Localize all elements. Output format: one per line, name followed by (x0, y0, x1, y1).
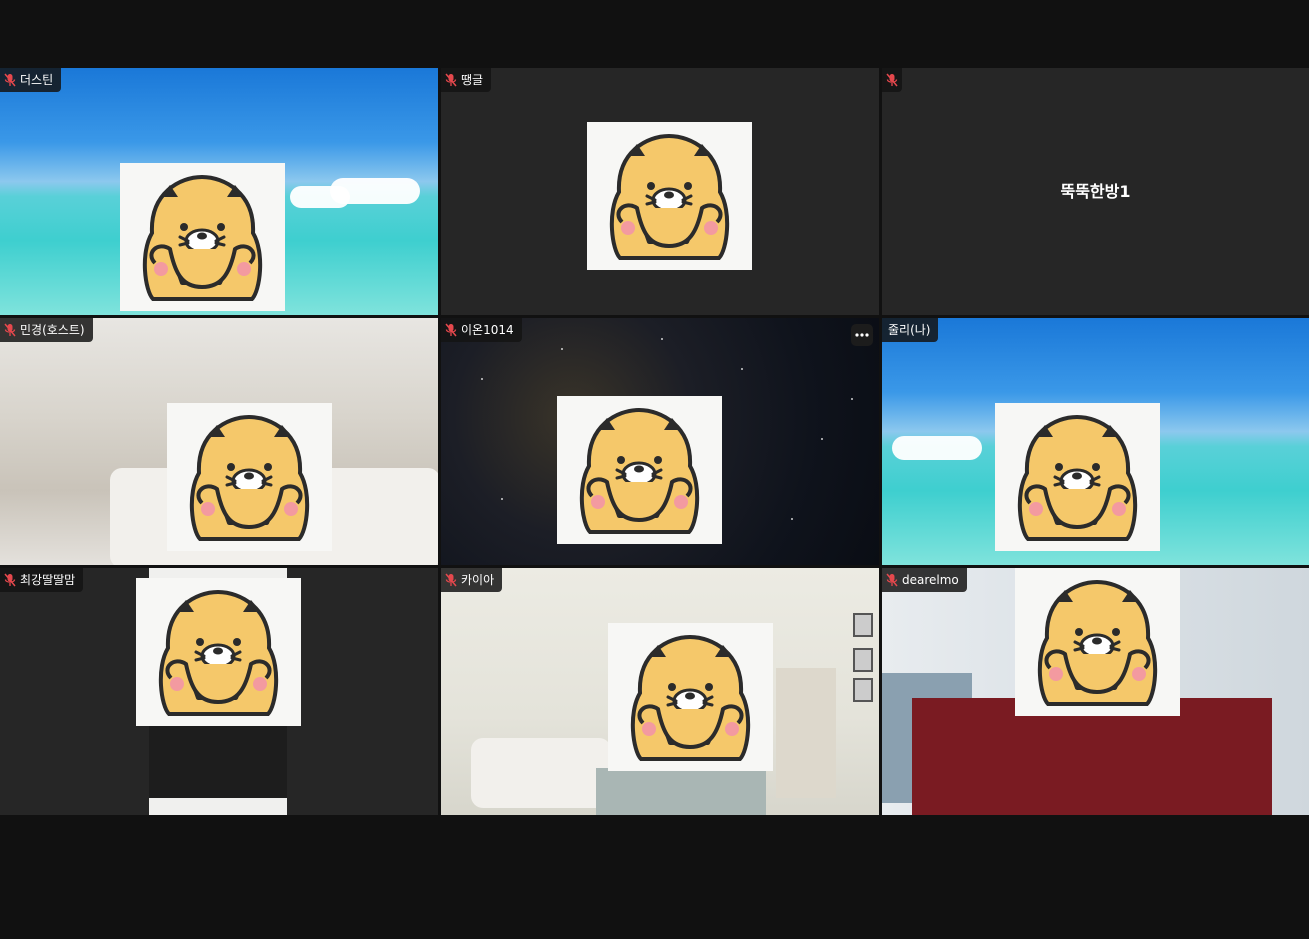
participant-name-tag: 줄리(나) (882, 318, 939, 342)
bear-avatar-icon (1015, 568, 1180, 716)
participant-name-tag (882, 68, 902, 92)
person-body (596, 768, 766, 815)
participant-name: 최강딸딸맘 (20, 573, 76, 587)
cloud (892, 436, 982, 460)
mic-muted-icon (4, 73, 16, 87)
participant-name: 땡글 (461, 73, 484, 87)
bear-avatar-icon (587, 122, 752, 270)
participant-name: dearelmo (902, 573, 959, 587)
participant-name-tag: 민경(호스트) (0, 318, 93, 342)
bear-avatar-icon (167, 403, 332, 551)
participant-name-tag: 카이아 (441, 568, 503, 592)
participant-name: 이온1014 (461, 323, 514, 337)
participant-tile-5[interactable]: 이온1014 (441, 318, 879, 565)
participant-name: 더스틴 (20, 73, 54, 87)
picture-frame (853, 648, 873, 672)
participant-name-tag: 이온1014 (441, 318, 522, 342)
bear-avatar-icon (136, 578, 301, 726)
person-body (149, 718, 287, 798)
more-options-icon (855, 333, 869, 337)
participant-display-name: 뚝뚝한방1 (1060, 182, 1131, 201)
mic-muted-icon (886, 573, 898, 587)
mic-muted-icon (445, 323, 457, 337)
participant-name-tag: dearelmo (882, 568, 967, 592)
participant-tile-2[interactable]: 땡글 (441, 68, 879, 315)
bear-avatar-icon (557, 396, 722, 544)
participant-name: 민경(호스트) (20, 323, 85, 337)
participant-tile-8[interactable]: 카이아 (441, 568, 879, 815)
participant-tile-4[interactable]: 민경(호스트) (0, 318, 438, 565)
bear-avatar-icon (608, 623, 773, 771)
mic-muted-icon (445, 573, 457, 587)
participant-tile-6[interactable]: 줄리(나) (882, 318, 1309, 565)
more-options-button[interactable] (851, 324, 873, 346)
picture-frame (853, 613, 873, 637)
participant-name: 줄리(나) (888, 323, 931, 337)
participant-name-tag: 땡글 (441, 68, 492, 92)
bear-avatar-icon (995, 403, 1160, 551)
participant-name-tag: 최강딸딸맘 (0, 568, 84, 592)
mic-muted-icon (4, 573, 16, 587)
mic-muted-icon (4, 323, 16, 337)
cloud (330, 178, 420, 204)
shelf (776, 668, 836, 798)
participant-tile-9[interactable]: dearelmo (882, 568, 1309, 815)
bear-avatar-icon (120, 163, 285, 311)
participant-tile-3[interactable]: 뚝뚝한방1 (882, 68, 1309, 315)
video-gallery-grid: 더스틴 땡글 뚝뚝한방1 민경(호스트) 이온1014 줄리(나) 최강딸딸맘 … (0, 68, 1309, 815)
mic-muted-icon (886, 73, 898, 87)
picture-frame (853, 678, 873, 702)
participant-tile-1[interactable]: 더스틴 (0, 68, 438, 315)
participant-name: 카이아 (461, 573, 495, 587)
participant-name-tag: 더스틴 (0, 68, 62, 92)
participant-tile-7[interactable]: 최강딸딸맘 (0, 568, 438, 815)
mic-muted-icon (445, 73, 457, 87)
sofa (471, 738, 611, 808)
